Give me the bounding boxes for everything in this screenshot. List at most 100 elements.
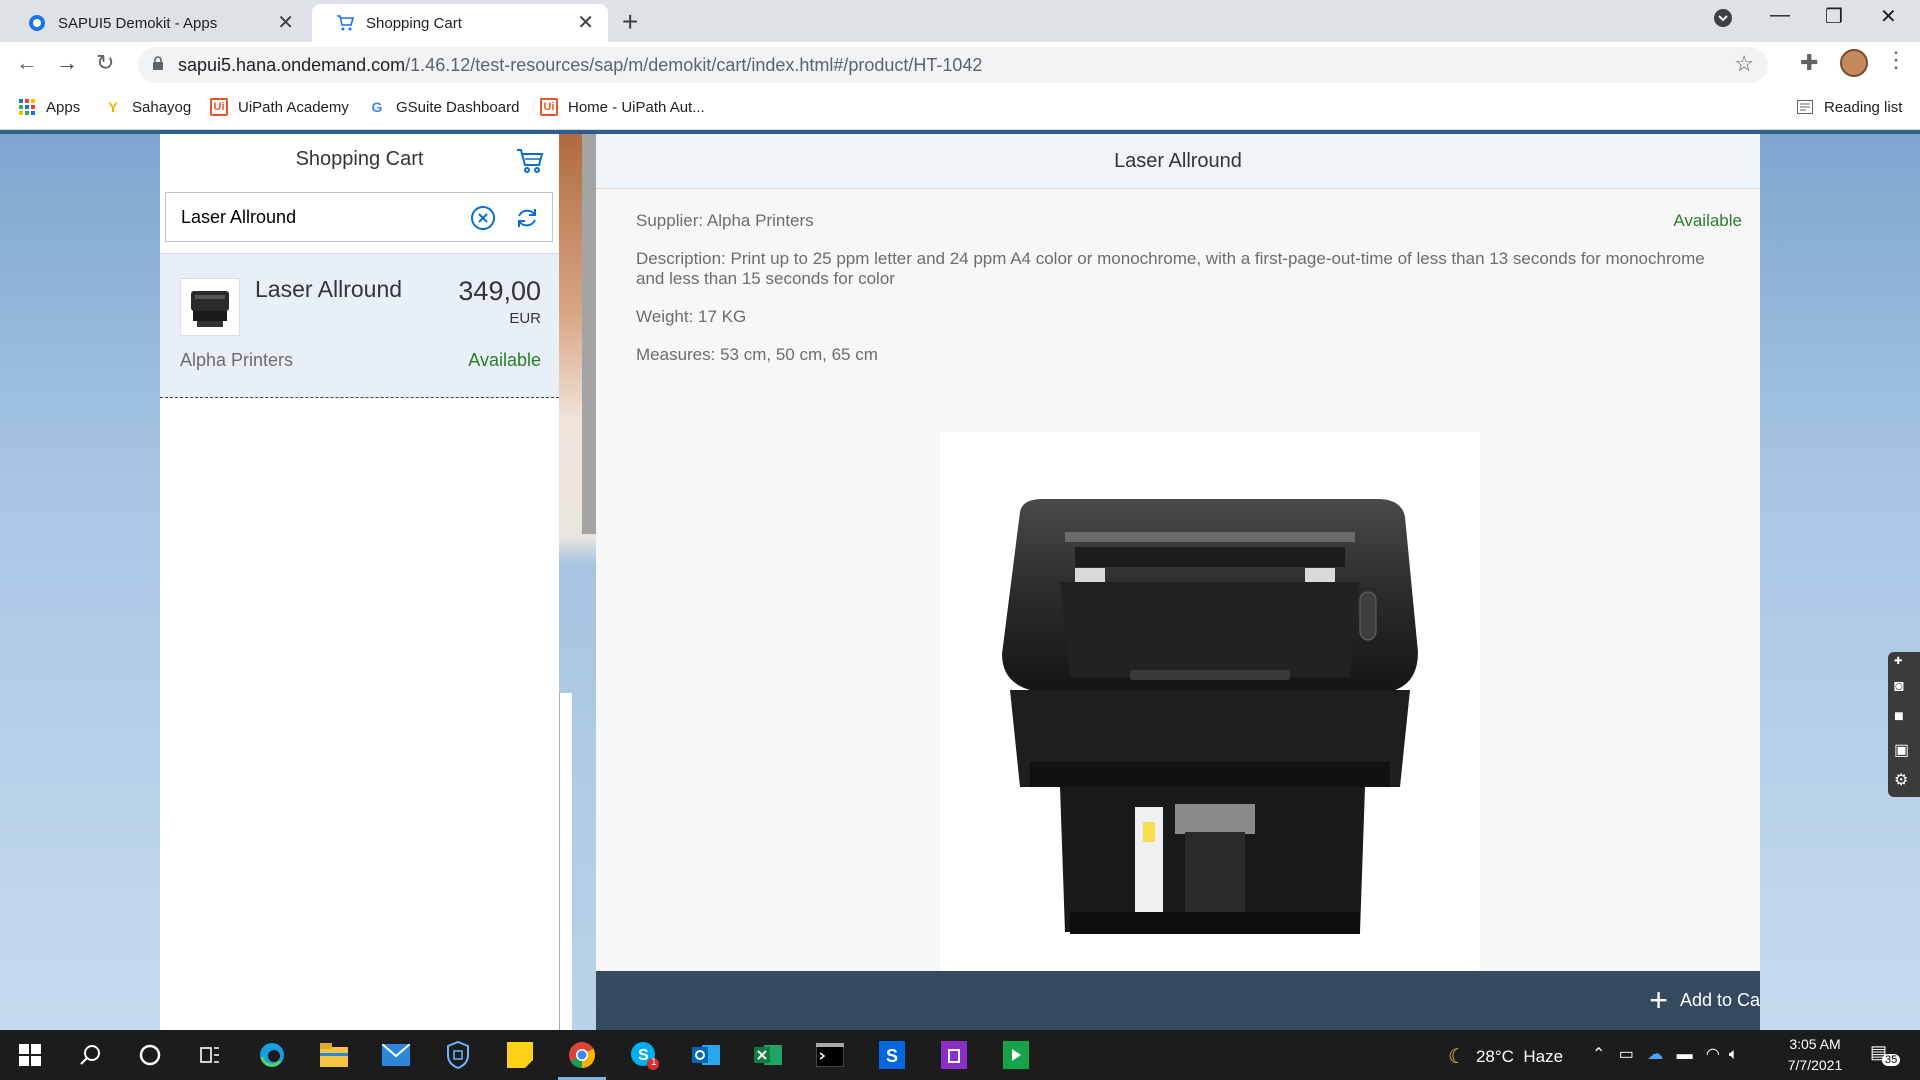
master-header: Shopping Cart xyxy=(160,134,559,186)
apps-grid-icon xyxy=(18,98,36,116)
cortana-icon[interactable] xyxy=(134,1039,166,1071)
browser-tab-bar: SAPUI5 Demokit - Apps ✕ Shopping Cart ✕ … xyxy=(0,0,1920,42)
lock-icon xyxy=(153,56,163,70)
forward-icon[interactable]: → xyxy=(56,50,78,76)
scrollbar[interactable] xyxy=(582,134,596,534)
refresh-icon[interactable] xyxy=(514,205,540,236)
sticky-notes-icon[interactable] xyxy=(504,1039,536,1071)
windows-start-icon[interactable] xyxy=(14,1039,46,1071)
background-panel-edge xyxy=(559,693,572,1030)
windows-taskbar: S 1 S ☾ 28°C Haze ⌃ ▭ ☁ ▬ ◠ 🔈︎ 3:05 AM 7… xyxy=(0,1030,1920,1080)
tab-title: SAPUI5 Demokit - Apps xyxy=(58,14,218,32)
skype-badge: 1 xyxy=(651,1057,657,1068)
file-explorer-icon[interactable] xyxy=(318,1039,350,1071)
detail-header: Laser Allround xyxy=(596,134,1760,189)
tab-sapui5-demokit[interactable]: SAPUI5 Demokit - Apps ✕ xyxy=(4,4,308,42)
add-to-cart-button[interactable]: + Add to Ca xyxy=(1649,982,1760,1018)
supplier-text: Supplier: Alpha Printers xyxy=(636,211,814,230)
battery-icon[interactable]: ▬ xyxy=(1677,1046,1693,1063)
product-thumbnail xyxy=(180,278,240,336)
reading-list-icon xyxy=(1796,98,1814,116)
tab-search-icon[interactable] xyxy=(1713,8,1733,34)
reading-list[interactable]: Reading list xyxy=(1796,98,1902,116)
bookmark-home-uipath[interactable]: Ui Home - UiPath Aut... xyxy=(540,98,705,116)
bookmark-apps[interactable]: Apps xyxy=(18,98,80,116)
search-field[interactable] xyxy=(165,192,553,242)
moon-cloud-icon: ☾ xyxy=(1448,1046,1466,1068)
mail-icon[interactable] xyxy=(380,1039,412,1071)
minimize-icon[interactable]: — xyxy=(1770,4,1790,27)
address-bar[interactable]: sapui5.hana.ondemand.com/1.46.12/test-re… xyxy=(138,47,1768,83)
svg-text:S: S xyxy=(886,1046,898,1066)
edge-browser-icon[interactable] xyxy=(256,1039,288,1071)
meet-now-icon[interactable]: ▭ xyxy=(1619,1046,1634,1063)
tab-close-icon[interactable]: ✕ xyxy=(277,13,294,33)
bookmark-star-icon[interactable]: ☆ xyxy=(1734,51,1754,77)
sapui5-favicon-icon xyxy=(28,14,46,32)
close-window-icon[interactable]: ✕ xyxy=(1880,4,1897,29)
uipath-icon: Ui xyxy=(210,98,228,116)
skype-icon[interactable]: S 1 xyxy=(628,1039,660,1071)
restore-icon[interactable]: ❐ xyxy=(1825,4,1843,29)
uipath-robot-icon[interactable] xyxy=(1000,1039,1032,1071)
cart-favicon-icon xyxy=(336,14,354,32)
weight-text: Weight: 17 KG xyxy=(636,307,747,326)
master-panel: Shopping Cart Laser Allround 349,00 EUR … xyxy=(160,134,559,1030)
google-g-icon: G xyxy=(371,99,383,115)
onedrive-cloud-icon[interactable]: ☁ xyxy=(1647,1046,1663,1063)
video-camera-icon[interactable]: ■ xyxy=(1894,708,1916,726)
uipath-assistant-icon[interactable] xyxy=(938,1039,970,1071)
url-text: sapui5.hana.ondemand.com/1.46.12/test-re… xyxy=(178,55,983,75)
app-area: Shopping Cart Laser Allround 349,00 EUR … xyxy=(0,130,1920,1030)
pin-icon[interactable]: ✚ xyxy=(1894,656,1916,674)
settings-gear-icon[interactable]: ⚙ xyxy=(1894,770,1916,789)
detail-footer-toolbar: + Add to Ca xyxy=(596,971,1760,1030)
item-price: 349,00 xyxy=(458,276,541,306)
new-tab-icon[interactable]: + xyxy=(622,6,638,38)
profile-avatar[interactable] xyxy=(1840,49,1868,77)
status-badge: Available xyxy=(1673,211,1742,230)
plus-icon: + xyxy=(1649,982,1668,1018)
camera-icon[interactable]: ◙ xyxy=(1894,678,1916,696)
detail-panel: Laser Allround Supplier: Alpha Printers … xyxy=(596,134,1760,1030)
reload-icon[interactable]: ↻ xyxy=(96,50,114,76)
browser-toolbar: ← → ↻ sapui5.hana.ondemand.com/1.46.12/t… xyxy=(0,42,1920,88)
gallery-icon[interactable]: ▣ xyxy=(1894,740,1916,759)
search-icon[interactable] xyxy=(74,1039,106,1071)
list-item[interactable]: Laser Allround 349,00 EUR Alpha Printers… xyxy=(160,253,559,398)
bookmark-sahayog[interactable]: Y Sahayog xyxy=(104,98,191,116)
browser-menu-icon[interactable]: ⋮ xyxy=(1885,47,1907,73)
shopping-cart-icon[interactable] xyxy=(515,146,545,181)
sahayog-icon: Y xyxy=(108,99,118,115)
notification-count-badge: 35 xyxy=(1882,1054,1901,1066)
bookmarks-bar: Apps Y Sahayog Ui UiPath Academy G GSuit… xyxy=(0,88,1920,130)
tab-close-icon[interactable]: ✕ xyxy=(577,13,594,33)
clear-search-icon[interactable] xyxy=(470,205,496,236)
chrome-icon[interactable] xyxy=(558,1039,606,1080)
tab-title: Shopping Cart xyxy=(366,14,462,32)
search-input[interactable] xyxy=(181,207,461,228)
extensions-puzzle-icon[interactable]: ✚ xyxy=(1800,50,1818,76)
volume-icon[interactable]: 🔈︎ xyxy=(1729,1046,1739,1063)
bookmark-uipath-academy[interactable]: Ui UiPath Academy xyxy=(210,98,349,116)
uipath-studio-icon[interactable]: S xyxy=(876,1039,908,1071)
screen-capture-toolbar: ✚ ◙ ■ ▣ ⚙ xyxy=(1888,652,1920,797)
back-icon[interactable]: ← xyxy=(16,50,38,76)
outlook-icon[interactable] xyxy=(690,1039,722,1071)
taskbar-clock[interactable]: 3:05 AM 7/7/2021 xyxy=(1770,1034,1860,1076)
weather-widget[interactable]: ☾ 28°C Haze xyxy=(1448,1044,1563,1069)
bookmark-gsuite-dashboard[interactable]: G GSuite Dashboard xyxy=(368,98,520,116)
terminal-icon[interactable] xyxy=(814,1039,846,1071)
tab-shopping-cart[interactable]: Shopping Cart ✕ xyxy=(312,4,608,42)
chevron-up-icon[interactable]: ⌃ xyxy=(1592,1046,1605,1063)
defender-shield-icon[interactable] xyxy=(442,1039,474,1071)
wifi-icon[interactable]: ◠ xyxy=(1706,1046,1720,1063)
page-title: Shopping Cart xyxy=(295,148,424,170)
detail-title: Laser Allround xyxy=(1114,150,1242,172)
system-tray: ⌃ ▭ ☁ ▬ ◠ 🔈︎ xyxy=(1592,1044,1738,1064)
item-currency: EUR xyxy=(509,310,541,327)
task-view-icon[interactable] xyxy=(194,1039,226,1071)
product-image xyxy=(940,432,1480,972)
uipath-icon: Ui xyxy=(540,98,558,116)
excel-icon[interactable] xyxy=(752,1039,784,1071)
